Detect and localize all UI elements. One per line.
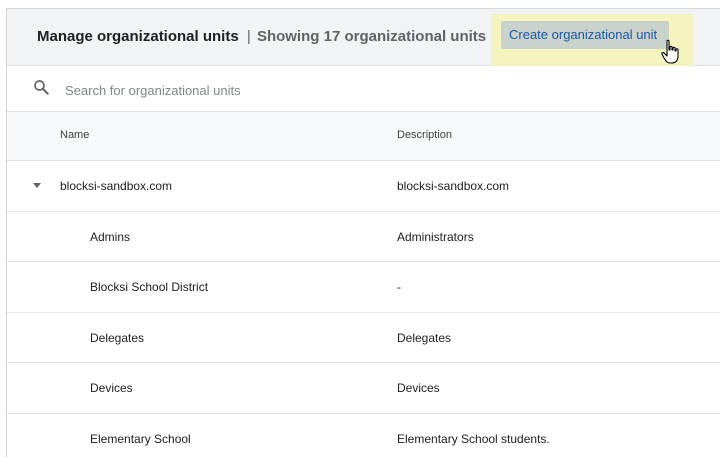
column-header-description: Description bbox=[397, 129, 453, 141]
title-main: Manage organizational units bbox=[37, 28, 239, 45]
unit-count: Showing 17 organizational units bbox=[256, 28, 487, 45]
org-unit-description: blocksi-sandbox.com bbox=[397, 179, 510, 193]
org-unit-name[interactable]: Elementary School bbox=[90, 432, 191, 446]
org-unit-name[interactable]: Devices bbox=[90, 381, 133, 395]
org-unit-description: Elementary School students. bbox=[397, 431, 550, 446]
org-unit-name[interactable]: Admins bbox=[90, 230, 130, 244]
org-units-panel: Manage organizational units | Showing 17… bbox=[6, 8, 720, 457]
title-separator: | bbox=[246, 28, 251, 45]
org-unit-name[interactable]: Blocksi School District bbox=[90, 280, 208, 294]
table-row[interactable]: Blocksi School District - bbox=[7, 262, 720, 313]
page-title: Manage organizational units | Showing 17… bbox=[37, 28, 486, 45]
org-unit-list: blocksi-sandbox.com blocksi-sandbox.com Ad… bbox=[7, 161, 720, 457]
org-unit-description: Devices bbox=[397, 381, 440, 396]
table-row[interactable]: Devices Devices bbox=[7, 363, 720, 414]
table-row[interactable]: Delegates Delegates bbox=[7, 312, 720, 364]
search-input[interactable] bbox=[63, 78, 667, 102]
table-row[interactable]: Elementary School Elementary School stude… bbox=[7, 413, 720, 457]
org-unit-description: - bbox=[397, 280, 401, 295]
column-header-name[interactable]: Name bbox=[60, 129, 89, 141]
org-unit-name[interactable]: blocksi-sandbox.com bbox=[60, 179, 172, 193]
org-unit-name[interactable]: Delegates bbox=[90, 331, 144, 345]
org-unit-description: Administrators bbox=[397, 229, 474, 244]
panel-header: Manage organizational units | Showing 17… bbox=[7, 9, 720, 72]
caret-down-icon[interactable] bbox=[33, 183, 41, 188]
table-row[interactable]: blocksi-sandbox.com blocksi-sandbox.com bbox=[7, 161, 720, 212]
table-row[interactable]: Admins Administrators bbox=[7, 211, 720, 263]
org-unit-description: Delegates bbox=[397, 330, 452, 345]
table-header: Name Description bbox=[7, 112, 720, 161]
create-org-unit-button[interactable]: Create organizational unit bbox=[501, 21, 669, 49]
search-bar bbox=[7, 66, 720, 112]
search-icon[interactable] bbox=[32, 78, 50, 96]
hand-pointer-icon bbox=[661, 39, 679, 64]
